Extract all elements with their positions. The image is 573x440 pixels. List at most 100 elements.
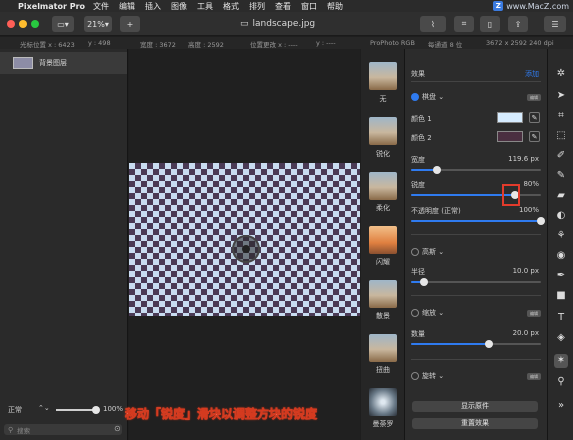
style-tool-icon[interactable]: ✲ — [554, 67, 568, 81]
pen-tool-icon[interactable]: ✒ — [554, 269, 568, 283]
color1-swatch[interactable] — [497, 112, 523, 123]
effect-thumb-label: 柔化 — [376, 204, 390, 212]
adjust-button[interactable]: ☰ — [544, 16, 566, 32]
menu-help[interactable]: 帮助 — [327, 1, 343, 12]
menu-edit[interactable]: 编辑 — [119, 1, 135, 12]
position-change-x: 位置更改 x : ---- — [250, 41, 298, 49]
color2-swatch[interactable] — [497, 131, 523, 142]
sidebar-icon: ▭▾ — [57, 19, 69, 29]
crop-tool-icon[interactable]: ⌗ — [554, 109, 568, 123]
paint-tool-icon[interactable]: ✎ — [554, 169, 568, 183]
divider — [411, 295, 541, 296]
more-options-icon[interactable]: ⊙ — [114, 424, 121, 433]
rotate-effect-title: 旋转 — [422, 372, 436, 380]
eraser-tool-icon[interactable]: ▰ — [554, 189, 568, 203]
count-slider[interactable] — [411, 340, 541, 348]
gaussian-effect-toggle[interactable]: 高斯 ⌄ — [411, 247, 444, 257]
menu-file[interactable]: 文件 — [93, 1, 109, 12]
layers-tool-icon[interactable]: ◈ — [554, 331, 568, 345]
crop-button[interactable]: ⌗ — [454, 16, 474, 32]
arrange-tool-icon[interactable]: ➤ — [554, 89, 568, 103]
effect-thumb-mandala[interactable] — [369, 388, 397, 416]
menu-format[interactable]: 格式 — [223, 1, 239, 12]
eyedropper-icon[interactable]: ✎ — [529, 131, 540, 142]
document-title: ▭ landscape.jpg — [240, 16, 315, 32]
radius-value: 10.0 px — [512, 267, 539, 275]
dimensions: 3672 x 2592 240 dpi — [486, 39, 554, 47]
edit-effect-button[interactable]: 编辑 — [527, 94, 541, 101]
style-button[interactable]: ⌇ — [420, 16, 446, 32]
width-slider-knob[interactable] — [433, 166, 441, 174]
search-placeholder: 搜索 — [17, 426, 31, 435]
blend-row: 正常 ⌃⌄ 100% — [0, 401, 127, 417]
effect-thumb-glow[interactable] — [369, 226, 397, 254]
checkerboard-effect-toggle[interactable]: 棋盘 ⌄ — [411, 92, 444, 102]
zoom-tool-icon[interactable]: ⚲ — [554, 375, 568, 389]
shape-tool-icon[interactable]: ■ — [554, 289, 568, 303]
count-value: 20.0 px — [512, 329, 539, 337]
search-icon: ⚲ — [8, 425, 14, 434]
reset-effects-button[interactable]: 重置效果 — [412, 418, 538, 429]
effect-thumb-distort[interactable] — [369, 334, 397, 362]
layer-row[interactable]: 背景图层 — [0, 52, 127, 74]
opacity-slider-fill — [411, 220, 541, 222]
info-bar: 光标位置 x : 6423 y : 498 宽度 : 3672 高度 : 259… — [0, 37, 573, 49]
blend-mode-select[interactable]: 正常 — [8, 405, 22, 415]
show-original-button[interactable]: 显示原件 — [412, 401, 538, 412]
color-adjust-icon[interactable]: ⚘ — [554, 229, 568, 243]
eyedropper-icon[interactable]: ✎ — [529, 112, 540, 123]
effects-tool-icon[interactable]: ✶ — [554, 354, 568, 368]
effect-thumb-none[interactable] — [369, 62, 397, 90]
selection-tool-icon[interactable]: ⬚ — [554, 129, 568, 143]
width-label: 宽度 — [411, 156, 425, 164]
menu-insert[interactable]: 插入 — [145, 1, 161, 12]
lasso-tool-icon[interactable]: ✐ — [554, 149, 568, 163]
effect-thumb-sharpen[interactable] — [369, 117, 397, 145]
menu-view[interactable]: 查看 — [275, 1, 291, 12]
opacity-slider[interactable] — [411, 217, 545, 225]
menu-window[interactable]: 窗口 — [301, 1, 317, 12]
menu-arrange[interactable]: 排列 — [249, 1, 265, 12]
count-slider-knob[interactable] — [485, 340, 493, 348]
effect-thumb-label: 曼荼罗 — [372, 420, 394, 428]
share-button[interactable]: ⇪ — [508, 16, 528, 32]
watermark-logo-icon: Z — [493, 1, 504, 11]
opacity-slider-knob[interactable] — [537, 217, 545, 225]
effect-center-handle[interactable] — [232, 235, 260, 263]
layer-opacity-slider[interactable] — [56, 406, 100, 414]
minimize-window-button[interactable] — [19, 20, 27, 28]
expand-tools-icon[interactable]: » — [554, 399, 568, 413]
checkmark-icon — [411, 93, 419, 101]
edit-effect-button[interactable]: 编辑 — [527, 310, 541, 317]
sharpness-slider[interactable] — [411, 191, 541, 199]
menu-image[interactable]: 图像 — [171, 1, 187, 12]
zoom-menu[interactable]: 21% ▾ — [84, 16, 112, 32]
layer-opacity-knob[interactable] — [92, 406, 100, 414]
export-doc-button[interactable]: ▯ — [480, 16, 500, 32]
chevron-down-icon: ⌄ — [436, 372, 445, 380]
chevron-down-icon: ⌄ — [436, 93, 445, 101]
view-toggle-button[interactable]: ▭▾ — [52, 16, 74, 32]
fill-tool-icon[interactable]: ◉ — [554, 249, 568, 263]
edit-effect-button[interactable]: 编辑 — [527, 373, 541, 380]
effect-thumb-soften[interactable] — [369, 172, 397, 200]
effect-thumb-label: 闪耀 — [376, 258, 390, 266]
text-tool-icon[interactable]: T — [554, 311, 568, 325]
retouch-tool-icon[interactable]: ◐ — [554, 209, 568, 223]
add-effect-button[interactable]: 添加 — [525, 69, 539, 79]
width-slider[interactable] — [411, 166, 541, 174]
radius-slider-knob[interactable] — [420, 278, 428, 286]
layer-thumbnail — [13, 57, 33, 69]
zoom-window-button[interactable] — [31, 20, 39, 28]
rotate-effect-toggle[interactable]: 旋转 ⌄ — [411, 371, 444, 381]
layer-opacity-value: 100% — [103, 405, 124, 413]
layer-search[interactable]: ⚲ 搜索 — [4, 424, 122, 435]
canvas-area[interactable] — [129, 49, 360, 440]
menu-app-name[interactable]: Pixelmator Pro — [18, 2, 85, 11]
add-button[interactable]: + — [120, 16, 140, 32]
radius-slider[interactable] — [411, 278, 541, 286]
menu-tools[interactable]: 工具 — [197, 1, 213, 12]
close-window-button[interactable] — [7, 20, 15, 28]
zoom-effect-toggle[interactable]: 缩放 ⌄ — [411, 308, 444, 318]
effect-thumb-bokeh[interactable] — [369, 280, 397, 308]
